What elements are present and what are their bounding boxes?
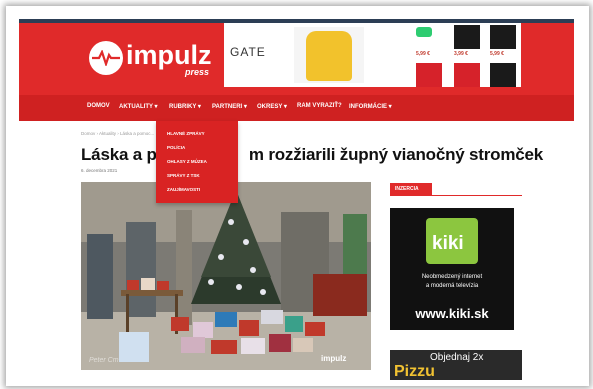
ad-brand-name: GATE [230, 45, 266, 59]
ad-product-image [454, 63, 480, 87]
nav-item-ram-vyraziť[interactable]: RAM VYRAZIŤ? [297, 103, 342, 109]
pizza-ad-text: Objednaj 2x [430, 352, 484, 363]
article-date: 6. decembra 2021 [81, 168, 118, 173]
kiki-ad[interactable]: kiki Neobmedzený internet a moderná tele… [390, 208, 514, 330]
pulse-logo-icon [89, 41, 123, 75]
site-logo[interactable]: impulz press [89, 37, 219, 79]
dropdown-item[interactable]: POLÍCIA [167, 145, 185, 150]
header-ad-banner[interactable]: GATE 5,99 € 3,99 € 5,99 € [224, 23, 521, 87]
article-title-end: m rozžiarili župný vianočný stromček [248, 145, 544, 164]
ad-price: 5,99 € [416, 51, 430, 57]
photo-watermark: impulz [321, 354, 347, 363]
sidebar-label: INZERCIA [390, 183, 432, 195]
ad-product-image [416, 27, 432, 37]
article-photo[interactable]: Peter Cm impulz [81, 182, 371, 370]
article-title: Láska a po m rozžiarili župný vianočný st… [81, 145, 543, 165]
ad-product-image [454, 25, 480, 49]
dropdown-item[interactable]: HLAVNÉ ZPRÁVY [167, 131, 205, 136]
ad-jacket-image [294, 27, 364, 83]
ad-product-image [490, 63, 516, 87]
christmas-tree-photo [81, 182, 371, 370]
pizza-ad-word: Pizzu [394, 363, 435, 380]
nav-item-informacie[interactable]: INFORMÁCIE ▾ [349, 103, 392, 110]
kiki-logo: kiki [426, 218, 478, 264]
pizza-ad[interactable]: Objednaj 2x Pizzu [390, 350, 522, 380]
ad-price: 5,99 € [490, 51, 504, 57]
main-nav: DOMOV AKTUALITY ▾ RUBRIKY ▾ PARTNERI ▾ O… [19, 95, 574, 121]
photo-credit: Peter Cm [89, 357, 119, 364]
ad-price: 3,99 € [454, 51, 468, 57]
kiki-ad-url: www.kiki.sk [415, 306, 489, 321]
nav-item-aktuality[interactable]: AKTUALITY ▾ [119, 103, 158, 110]
breadcrumb[interactable]: Domov › Aktuality › Láska a pomoc... [81, 131, 154, 136]
article-title-start: Láska a po [81, 145, 167, 164]
kiki-ad-line: Neobmedzený internet [421, 274, 483, 280]
kiki-ad-line: a moderná televízia [425, 283, 479, 289]
dropdown-item[interactable]: ZAUJÍMAVOSTI [167, 187, 200, 192]
site-header: impulz press GATE 5,99 € 3,99 € 5,99 € [19, 19, 574, 95]
nav-item-rubriky[interactable]: RUBRIKY ▾ [169, 103, 201, 110]
nav-item-domov[interactable]: DOMOV [87, 103, 110, 109]
nav-item-okresy[interactable]: OKRESY ▾ [257, 103, 287, 110]
rubriky-dropdown-menu: HLAVNÉ ZPRÁVY POLÍCIA OHLASY Z MÚZEA SPR… [156, 121, 238, 203]
dropdown-item[interactable]: SPRÁVY Z TSK [167, 173, 200, 178]
kiki-logo-text: kiki [432, 233, 464, 254]
nav-item-partneri[interactable]: PARTNERI ▾ [212, 103, 247, 110]
ad-product-image [490, 25, 516, 49]
logo-subtext: press [185, 67, 210, 77]
sidebar-divider [390, 195, 522, 196]
ad-product-image [416, 63, 442, 87]
dropdown-item[interactable]: OHLASY Z MÚZEA [167, 159, 207, 164]
